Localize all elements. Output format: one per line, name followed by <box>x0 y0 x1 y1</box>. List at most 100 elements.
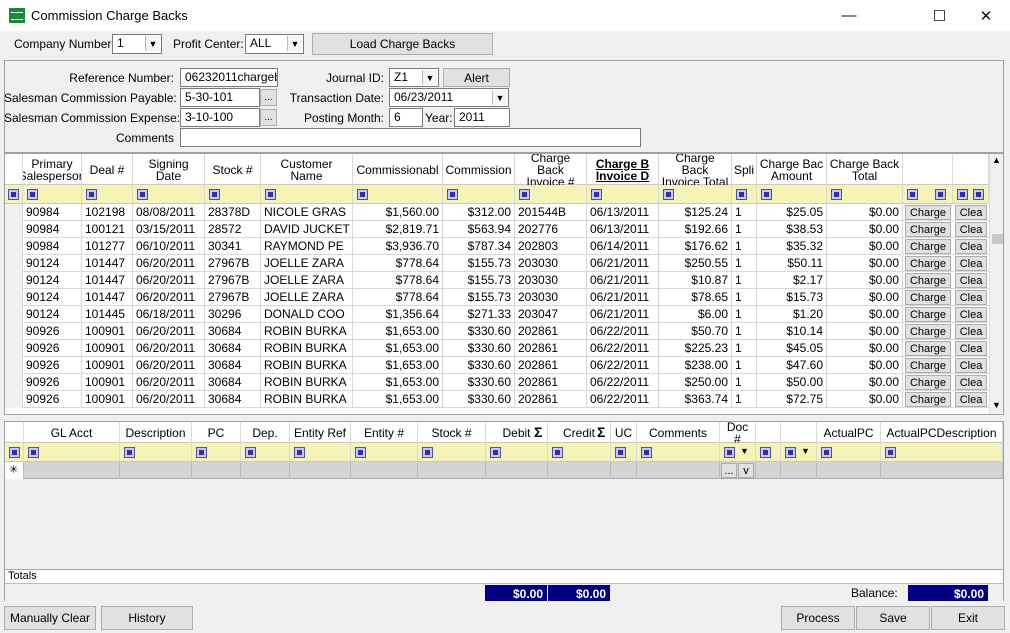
filter-cell[interactable] <box>881 443 1003 462</box>
table-row[interactable]: 90984 100121 03/15/2011 28572 DAVID JUCKET $2… <box>5 221 989 238</box>
charge-button[interactable]: Charge <box>905 256 951 271</box>
column-header[interactable]: Doc # <box>720 422 756 443</box>
commission-expense-input[interactable]: 3-10-100 <box>180 108 260 127</box>
column-header[interactable]: Stock # <box>205 154 261 185</box>
filter-icon[interactable] <box>86 189 97 200</box>
filter-clear-icon[interactable] <box>9 447 20 458</box>
filter-icon[interactable] <box>209 189 220 200</box>
filter-icon[interactable] <box>355 447 366 458</box>
row-selector[interactable] <box>5 391 23 408</box>
new-row-cell[interactable] <box>781 462 817 479</box>
filter-icon[interactable] <box>552 447 563 458</box>
filter-cell[interactable] <box>443 185 515 204</box>
filter-cell[interactable]: ▼ <box>720 443 756 462</box>
column-header[interactable] <box>781 422 817 443</box>
column-header[interactable]: Comments <box>637 422 720 443</box>
filter-icon[interactable] <box>28 447 39 458</box>
table-row[interactable]: 90926 100901 06/20/2011 30684 ROBIN BURKA $1,… <box>5 323 989 340</box>
new-row-cell[interactable] <box>548 462 611 479</box>
new-row-cell[interactable] <box>756 462 781 479</box>
charge-button[interactable]: Charge <box>905 239 951 254</box>
filter-icon[interactable] <box>736 189 747 200</box>
filter-icon[interactable] <box>591 189 602 200</box>
clear-button[interactable]: Clea <box>955 392 987 407</box>
column-header[interactable]: ActualPCDescription <box>881 422 1003 443</box>
chevron-down-icon[interactable]: ▼ <box>740 446 749 456</box>
filter-cell[interactable] <box>515 185 587 204</box>
new-row-cell[interactable] <box>351 462 418 479</box>
row-selector[interactable] <box>5 255 23 272</box>
filter-cell[interactable] <box>486 443 548 462</box>
history-button[interactable]: History <box>101 606 193 630</box>
filter-clear-icon[interactable] <box>973 189 984 200</box>
filter-cell[interactable] <box>548 443 611 462</box>
filter-cell[interactable] <box>192 443 241 462</box>
column-header[interactable]: Entity # <box>351 422 418 443</box>
table-row[interactable]: 90926 100901 06/20/2011 30684 ROBIN BURKA $1,… <box>5 357 989 374</box>
exit-button[interactable]: Exit <box>931 606 1005 630</box>
filter-cell[interactable] <box>133 185 205 204</box>
charge-button[interactable]: Charge <box>905 341 951 356</box>
maximize-button[interactable]: ☐ <box>917 0 962 31</box>
column-header[interactable]: Primary Salesperson <box>23 154 82 185</box>
filter-icon[interactable] <box>641 447 652 458</box>
table-row[interactable]: 90124 101447 06/20/2011 27967B JOELLE ZARA $7… <box>5 255 989 272</box>
charge-button[interactable]: Charge <box>905 375 951 390</box>
filter-icon[interactable] <box>821 447 832 458</box>
new-row-cell[interactable] <box>192 462 241 479</box>
column-header[interactable]: GL Acct <box>24 422 120 443</box>
row-selector[interactable] <box>5 306 23 323</box>
filter-cell[interactable] <box>5 185 23 204</box>
row-selector[interactable] <box>5 357 23 374</box>
clear-button[interactable]: Clea <box>955 341 987 356</box>
new-row-cell[interactable] <box>637 462 720 479</box>
load-charge-backs-button[interactable]: Load Charge Backs <box>312 33 493 55</box>
filter-cell[interactable] <box>756 443 781 462</box>
filter-cell[interactable] <box>290 443 351 462</box>
row-selector[interactable] <box>5 340 23 357</box>
charge-button[interactable]: Charge <box>905 290 951 305</box>
row-selector[interactable] <box>5 238 23 255</box>
row-selector[interactable] <box>5 374 23 391</box>
reference-number-input[interactable]: 06232011chargeb <box>180 68 278 87</box>
minimize-button[interactable]: — <box>826 0 872 31</box>
new-row-cell[interactable] <box>241 462 290 479</box>
column-header[interactable]: UC <box>611 422 637 443</box>
table-row[interactable]: 90926 100901 06/20/2011 30684 ROBIN BURKA $1,… <box>5 340 989 357</box>
filter-cell[interactable] <box>817 443 881 462</box>
journal-id-select[interactable]: Z1 ▼ <box>389 68 439 87</box>
row-selector[interactable] <box>5 272 23 289</box>
filter-cell[interactable] <box>205 185 261 204</box>
table-row[interactable]: 90926 100901 06/20/2011 30684 ROBIN BURKA $1,… <box>5 391 989 408</box>
chevron-down-icon[interactable]: ▼ <box>801 446 810 456</box>
filter-clear-icon[interactable] <box>935 189 946 200</box>
doc-lookup-button[interactable]: ... <box>721 463 737 478</box>
clear-button[interactable]: Clea <box>955 290 987 305</box>
column-header[interactable]: Stock # <box>418 422 486 443</box>
new-row-cell[interactable] <box>290 462 351 479</box>
new-row-cell[interactable] <box>611 462 637 479</box>
transaction-date-picker[interactable]: 06/23/2011 ▼ <box>389 88 509 107</box>
grid-vertical-scrollbar[interactable]: ▲ ▼ <box>989 154 1003 414</box>
new-row-cell[interactable]: ... v <box>720 462 756 479</box>
year-input[interactable]: 2011 <box>454 108 510 127</box>
column-header[interactable]: Spli <box>732 154 757 185</box>
gl-new-row[interactable]: ✳... v <box>5 462 1003 479</box>
new-row-cell[interactable] <box>486 462 548 479</box>
filter-icon[interactable] <box>124 447 135 458</box>
comments-input[interactable] <box>180 128 641 147</box>
column-header[interactable]: Commissionabl <box>353 154 443 185</box>
posting-month-input[interactable]: 6 <box>389 108 423 127</box>
table-row[interactable]: 90984 102198 08/08/2011 28378D NICOLE GRAS $1… <box>5 204 989 221</box>
clear-button[interactable]: Clea <box>955 239 987 254</box>
filter-icon[interactable] <box>137 189 148 200</box>
charge-button[interactable]: Charge <box>905 222 951 237</box>
new-row-cell[interactable] <box>24 462 120 479</box>
charge-button[interactable]: Charge <box>905 392 951 407</box>
filter-cell[interactable] <box>351 443 418 462</box>
filter-icon[interactable] <box>831 189 842 200</box>
alert-button[interactable]: Alert <box>443 68 510 87</box>
filter-cell[interactable] <box>611 443 637 462</box>
filter-cell[interactable]: ▼ <box>781 443 817 462</box>
column-header[interactable] <box>756 422 781 443</box>
